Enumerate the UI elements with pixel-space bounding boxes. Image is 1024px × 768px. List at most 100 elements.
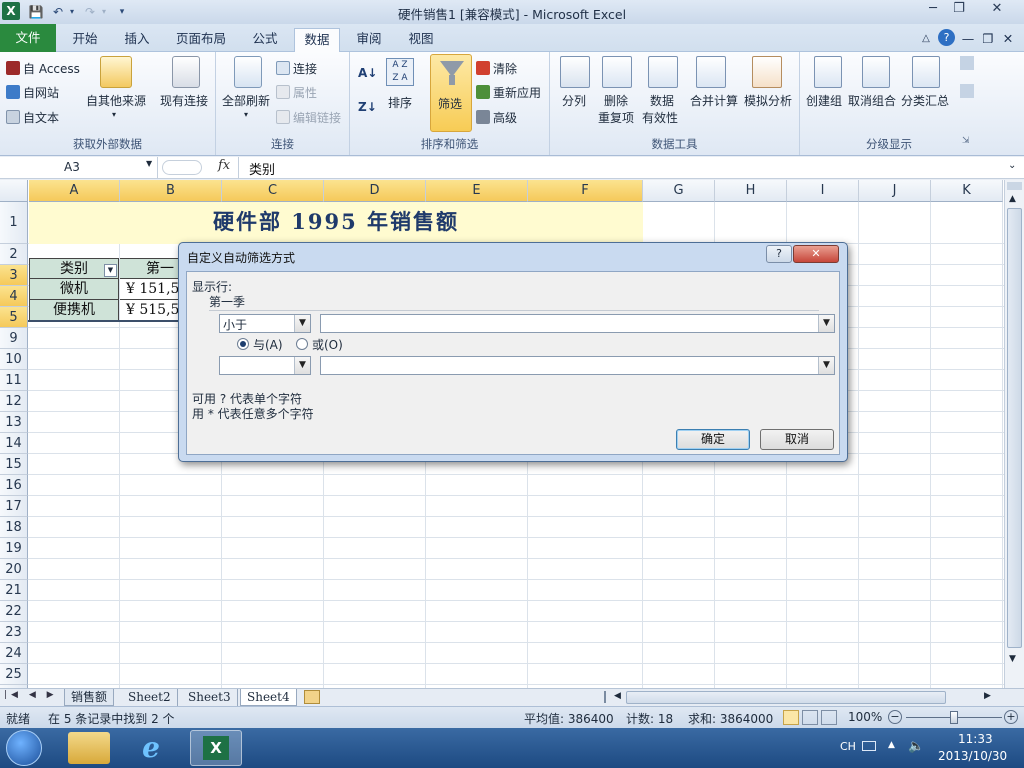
show-detail-icon[interactable] xyxy=(960,56,974,70)
condition2-operator-dropdown-icon[interactable]: ▼ xyxy=(294,357,310,374)
tab-insert[interactable]: 插入 xyxy=(114,28,160,52)
row-header-17[interactable]: 17 xyxy=(0,496,28,517)
volume-icon[interactable]: 🔈 xyxy=(908,739,924,754)
ok-button[interactable]: 确定 xyxy=(676,429,750,450)
clear-filter-button[interactable]: 清除 xyxy=(476,60,517,77)
row-header-15[interactable]: 15 xyxy=(0,454,28,475)
show-hidden-icons-icon[interactable]: ▲ xyxy=(888,740,895,750)
scroll-left-icon[interactable]: ◀ xyxy=(614,691,621,701)
header-cell-q1[interactable]: 第一 xyxy=(120,258,180,279)
row-header-10[interactable]: 10 xyxy=(0,349,28,370)
other-sources-button[interactable]: 自其他来源 xyxy=(86,92,146,109)
tab-page-layout[interactable]: 页面布局 xyxy=(166,28,236,52)
row-header-4[interactable]: 4 xyxy=(0,286,28,307)
zoom-in-icon[interactable]: + xyxy=(1004,710,1018,724)
outline-dialog-launcher-icon[interactable]: ⇲ xyxy=(962,136,970,146)
sheet-tab-sheet3[interactable]: Sheet3 xyxy=(182,689,238,706)
workbook-minimize-icon[interactable]: — xyxy=(960,28,976,52)
save-icon[interactable]: 💾 xyxy=(28,4,44,20)
name-box-dropdown-icon[interactable]: ▼ xyxy=(146,159,152,168)
column-header-b[interactable]: B xyxy=(120,180,222,202)
formula-input[interactable]: 类别 xyxy=(249,159,275,178)
clock-date[interactable]: 2013/10/30 xyxy=(938,749,1007,763)
scroll-down-icon[interactable]: ▼ xyxy=(1009,654,1016,664)
group-button[interactable]: 创建组 xyxy=(806,92,842,109)
row-header-19[interactable]: 19 xyxy=(0,538,28,559)
sheet-tab-sales[interactable]: 销售额 xyxy=(64,689,115,706)
from-access-button[interactable]: 自 Access xyxy=(6,60,80,77)
sort-descending-icon[interactable]: Z↓ xyxy=(358,100,377,114)
column-header-k[interactable]: K xyxy=(931,180,1003,202)
cancel-button[interactable]: 取消 xyxy=(760,429,834,450)
or-radio-label[interactable]: 或(O) xyxy=(312,336,343,353)
clock-time[interactable]: 11:33 xyxy=(958,732,993,746)
expand-formula-bar-icon[interactable]: ⌄ xyxy=(1008,160,1016,171)
sheet-tab-sheet2[interactable]: Sheet2 xyxy=(122,689,178,706)
normal-view-icon[interactable] xyxy=(783,710,799,725)
advanced-filter-button[interactable]: 高级 xyxy=(476,109,517,126)
insert-sheet-icon[interactable] xyxy=(304,690,320,704)
sort-ascending-icon[interactable]: A↓ xyxy=(358,66,377,80)
page-layout-view-icon[interactable] xyxy=(802,710,818,725)
insert-function-button[interactable]: fx xyxy=(218,158,230,173)
undo-dropdown-icon[interactable]: ▾ xyxy=(64,4,80,20)
tab-review[interactable]: 审阅 xyxy=(346,28,392,52)
tab-home[interactable]: 开始 xyxy=(62,28,108,52)
dialog-help-button[interactable]: ? xyxy=(766,245,792,263)
row-header-9[interactable]: 9 xyxy=(0,328,28,349)
page-break-view-icon[interactable] xyxy=(821,710,837,725)
zoom-slider-thumb[interactable] xyxy=(950,711,958,724)
tab-formulas[interactable]: 公式 xyxy=(242,28,288,52)
row-header-20[interactable]: 20 xyxy=(0,559,28,580)
excel-taskbar-button[interactable]: X xyxy=(190,730,242,766)
column-header-d[interactable]: D xyxy=(324,180,426,202)
column-header-g[interactable]: G xyxy=(643,180,715,202)
column-header-j[interactable]: J xyxy=(859,180,931,202)
sort-button[interactable]: 排序 xyxy=(388,94,412,111)
filter-button[interactable]: 筛选 xyxy=(430,54,472,132)
and-radio[interactable] xyxy=(237,338,249,350)
from-text-button[interactable]: 自文本 xyxy=(6,109,59,126)
row-header-21[interactable]: 21 xyxy=(0,580,28,601)
name-box[interactable]: A3 xyxy=(0,157,158,178)
or-radio[interactable] xyxy=(296,338,308,350)
condition2-value-dropdown-icon[interactable]: ▼ xyxy=(818,357,834,374)
condition2-operator-select[interactable]: ▼ xyxy=(219,356,311,375)
close-button[interactable]: ✕ xyxy=(974,0,1020,20)
cell-a4[interactable]: 微机 xyxy=(29,279,119,300)
row-header-2[interactable]: 2 xyxy=(0,244,28,265)
column-header-a[interactable]: A xyxy=(29,180,120,202)
tab-data[interactable]: 数据 xyxy=(294,28,340,53)
what-if-button[interactable]: 模拟分析 xyxy=(744,92,792,109)
scroll-right-icon[interactable]: ▶ xyxy=(984,691,991,701)
row-header-12[interactable]: 12 xyxy=(0,391,28,412)
ie-taskbar-icon[interactable]: e xyxy=(134,732,168,764)
row-header-5[interactable]: 5 xyxy=(0,307,28,328)
cell-a5[interactable]: 便携机 xyxy=(29,300,119,321)
refresh-all-dropdown-icon[interactable]: ▾ xyxy=(244,110,248,119)
condition1-operator-dropdown-icon[interactable]: ▼ xyxy=(294,315,310,332)
help-icon[interactable]: ? xyxy=(938,29,955,46)
tab-split-handle[interactable] xyxy=(604,691,606,703)
dialog-close-button[interactable]: ✕ xyxy=(793,245,839,263)
column-header-f[interactable]: F xyxy=(528,180,643,202)
column-header-e[interactable]: E xyxy=(426,180,528,202)
keyboard-icon[interactable] xyxy=(862,741,876,751)
row-header-22[interactable]: 22 xyxy=(0,601,28,622)
row-header-25[interactable]: 25 xyxy=(0,664,28,685)
row-header-24[interactable]: 24 xyxy=(0,643,28,664)
condition1-value-dropdown-icon[interactable]: ▼ xyxy=(818,315,834,332)
remove-duplicates-button[interactable]: 删除 xyxy=(604,92,628,109)
reapply-button[interactable]: 重新应用 xyxy=(476,84,541,101)
row-header-23[interactable]: 23 xyxy=(0,622,28,643)
ungroup-button[interactable]: 取消组合 xyxy=(848,92,896,109)
row-header-14[interactable]: 14 xyxy=(0,433,28,454)
tab-file[interactable]: 文件 xyxy=(0,24,56,52)
from-web-button[interactable]: 自网站 xyxy=(6,84,59,101)
hide-detail-icon[interactable] xyxy=(960,84,974,98)
row-header-13[interactable]: 13 xyxy=(0,412,28,433)
refresh-all-button[interactable]: 全部刷新 xyxy=(222,92,270,109)
subtotal-button[interactable]: 分类汇总 xyxy=(901,92,949,109)
split-box[interactable] xyxy=(1007,182,1022,190)
collapse-ribbon-icon[interactable]: △ xyxy=(918,28,934,52)
